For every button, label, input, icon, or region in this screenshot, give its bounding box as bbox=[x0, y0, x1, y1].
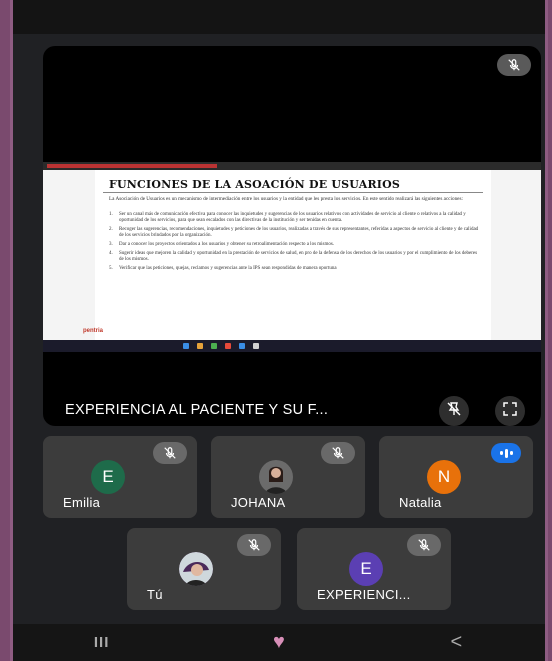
presentation-tile[interactable]: FUNCIONES DE LA ASOACIÓN DE USUARIOS La … bbox=[43, 46, 541, 426]
participant-tile-self[interactable]: Tú bbox=[127, 528, 281, 610]
list-item: 2. Recoger las sugerencias, recomendacion… bbox=[109, 227, 479, 238]
windows-taskbar bbox=[43, 340, 541, 352]
browser-tab-strip bbox=[43, 162, 541, 170]
shared-screen: FUNCIONES DE LA ASOACIÓN DE USUARIOS La … bbox=[43, 162, 541, 352]
speaking-indicator-icon bbox=[491, 443, 521, 463]
system-nav-bar: III ♥ < bbox=[13, 624, 545, 661]
list-item: 3. Dar a conocer los proyectos orientados… bbox=[109, 242, 335, 247]
home-button[interactable]: ♥ bbox=[259, 628, 299, 658]
title-divider bbox=[103, 192, 483, 193]
list-item: 1. Ser un canal más de comunicación efect… bbox=[109, 212, 466, 223]
avatar bbox=[259, 460, 293, 494]
mic-off-icon bbox=[153, 442, 187, 464]
heart-home-icon: ♥ bbox=[273, 631, 285, 653]
participant-name: Natalia bbox=[399, 495, 442, 510]
avatar bbox=[179, 552, 213, 586]
participant-tile-natalia[interactable]: N Natalia bbox=[379, 436, 533, 518]
mic-off-icon bbox=[497, 54, 531, 76]
slide-title: FUNCIONES DE LA ASOACIÓN DE USUARIOS bbox=[109, 178, 401, 191]
document-page: FUNCIONES DE LA ASOACIÓN DE USUARIOS La … bbox=[95, 170, 491, 340]
recent-apps-button[interactable]: III bbox=[82, 628, 122, 658]
participant-name: Tú bbox=[147, 587, 163, 602]
brand-logo: pentria bbox=[83, 328, 104, 334]
participant-name: Emilia bbox=[63, 495, 101, 510]
recent-apps-icon: III bbox=[93, 634, 110, 651]
participant-name: EXPERIENCI... bbox=[317, 587, 411, 602]
meeting-screen: FUNCIONES DE LA ASOACIÓN DE USUARIOS La … bbox=[10, 0, 548, 661]
avatar: E bbox=[349, 552, 383, 586]
fullscreen-button[interactable] bbox=[495, 396, 525, 426]
status-bar bbox=[13, 0, 545, 34]
slide-list: 1. Ser un canal más de comunicación efect… bbox=[109, 212, 481, 275]
participant-tile-emilia[interactable]: E Emilia bbox=[43, 436, 197, 518]
presenter-name: EXPERIENCIA AL PACIENTE Y SU F... bbox=[65, 402, 329, 418]
list-item: 4. Sugerir ideas que mejoren la calidad y… bbox=[109, 251, 478, 262]
fullscreen-icon bbox=[502, 401, 518, 422]
participant-tile-experiencia[interactable]: E EXPERIENCI... bbox=[297, 528, 451, 610]
avatar: E bbox=[91, 460, 125, 494]
avatar: N bbox=[427, 460, 461, 494]
participant-tile-johana[interactable]: JOHANA bbox=[211, 436, 365, 518]
back-icon: < bbox=[450, 631, 463, 653]
list-item: 5. Verificar que las peticiones, quejas, … bbox=[109, 266, 337, 271]
participant-name: JOHANA bbox=[231, 495, 286, 510]
mic-off-icon bbox=[237, 534, 271, 556]
back-button[interactable]: < bbox=[436, 628, 476, 658]
slide-intro: La Asociación de Usuarios es un mecanism… bbox=[109, 196, 463, 202]
unpin-icon bbox=[446, 401, 462, 422]
unpin-button[interactable] bbox=[439, 396, 469, 426]
mic-off-icon bbox=[321, 442, 355, 464]
mic-off-icon bbox=[407, 534, 441, 556]
